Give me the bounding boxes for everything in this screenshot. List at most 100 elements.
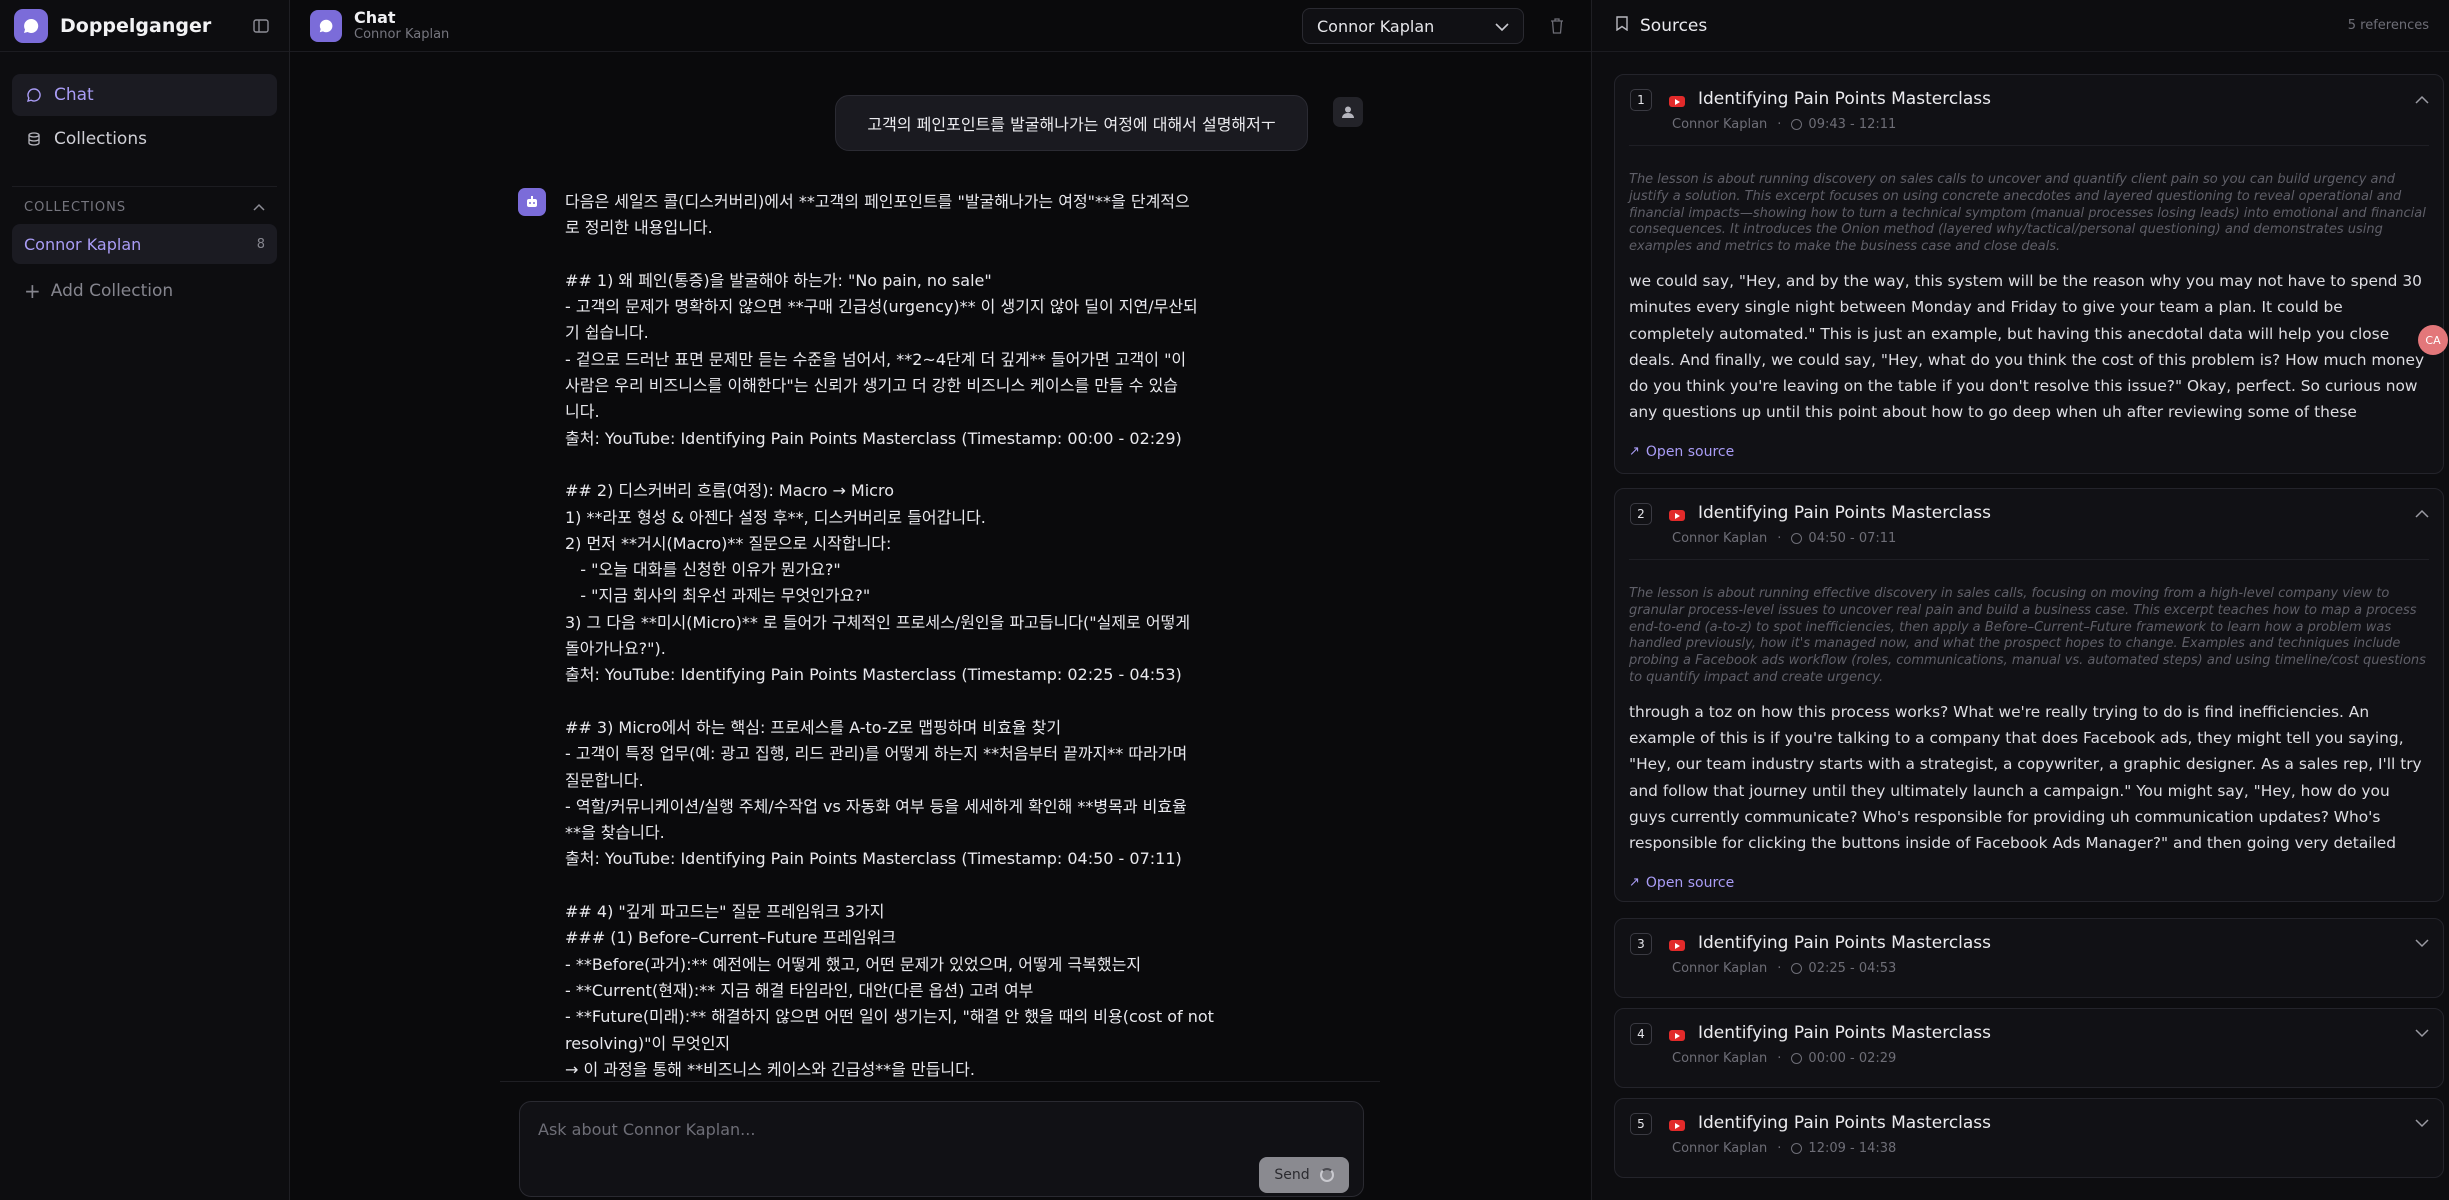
answer-line: 출처: YouTube: Identifying Pain Points Mas… xyxy=(565,849,1182,869)
source-card[interactable]: 2 Identifying Pain Points Masterclass Conn… xyxy=(1614,488,2444,902)
answer-line: - 역할/커뮤니케이션/실행 주체/수작업 vs 자동화 여부 등을 세세하게 … xyxy=(565,796,1187,816)
source-card[interactable]: 5 Identifying Pain Points Masterclass Conn… xyxy=(1614,1098,2444,1178)
brand-header: Doppelganger xyxy=(0,0,289,52)
external-link-icon: ↗ xyxy=(1629,444,1640,460)
source-card-header[interactable]: 5 Identifying Pain Points Masterclass Conn… xyxy=(1615,1099,2443,1169)
collection-count-badge: 8 xyxy=(256,236,265,252)
answer-line: ## 2) 디스커버리 흐름(여정): Macro → Micro xyxy=(565,481,894,501)
source-author: Connor Kaplan xyxy=(1672,531,1768,546)
answer-line: 출처: YouTube: Identifying Pain Points Mas… xyxy=(565,428,1182,448)
source-number: 2 xyxy=(1630,503,1652,525)
clock-icon xyxy=(1791,1053,1803,1064)
source-title: Identifying Pain Points Masterclass xyxy=(1698,1023,1992,1043)
youtube-icon xyxy=(1669,510,1685,521)
answer-line xyxy=(565,873,1240,899)
answer-line: ## 4) "깊게 파고드는" 질문 프레임워크 3가지 xyxy=(565,902,885,922)
sources-header: Sources 5 references xyxy=(1592,0,2449,52)
user-message: 고객의 페인포인트를 발굴해나가는 여정에 대해서 설명해저ㅜ xyxy=(835,95,1308,151)
answer-line: - **Current(현재):** 지금 해결 타임라인, 대안(다른 옵션)… xyxy=(565,980,1034,1000)
answer-line: - "오늘 대화를 신청한 이유가 뭔가요?" xyxy=(565,560,841,580)
answer-line: - 고객의 문제가 명확하지 않으면 **구매 긴급성(urgency)** 이… xyxy=(565,297,1198,317)
answer-line: ## 1) 왜 페인(통증)을 발굴해야 하는가: "No pain, no s… xyxy=(565,270,992,290)
main-nav: Chat Collections xyxy=(0,52,289,160)
floating-badge[interactable]: CA xyxy=(2418,325,2448,355)
user-message-text: 고객의 페인포인트를 발굴해나가는 여정에 대해서 설명해저ㅜ xyxy=(867,115,1276,134)
source-title: Identifying Pain Points Masterclass xyxy=(1698,1113,1992,1133)
meta-separator: · xyxy=(1777,1051,1782,1066)
answer-line: **을 찾습니다. xyxy=(565,823,665,843)
sidebar-toggle-icon[interactable] xyxy=(247,12,275,40)
source-author: Connor Kaplan xyxy=(1672,1051,1768,1066)
plus-icon: + xyxy=(24,279,41,303)
collection-item-connor-kaplan[interactable]: Connor Kaplan 8 xyxy=(12,224,277,264)
source-card-header[interactable]: 4 Identifying Pain Points Masterclass Conn… xyxy=(1615,1009,2443,1079)
youtube-icon xyxy=(1669,96,1685,107)
answer-line: 질문합니다. xyxy=(565,770,644,790)
answer-line: - 겉으로 드러난 표면 문제만 듣는 수준을 넘어서, **2~4단계 더 깊… xyxy=(565,349,1187,369)
source-author: Connor Kaplan xyxy=(1672,117,1768,132)
collections-section-header[interactable]: COLLECTIONS xyxy=(12,186,277,218)
source-card-header[interactable]: 2 Identifying Pain Points Masterclass Conn… xyxy=(1615,489,2443,559)
clock-icon xyxy=(1791,1143,1803,1154)
collections-heading: COLLECTIONS xyxy=(24,200,127,215)
chevron-down-icon[interactable] xyxy=(2415,933,2429,952)
chevron-up-icon xyxy=(253,200,265,215)
send-button[interactable]: Send xyxy=(1259,1157,1349,1193)
add-collection-button[interactable]: + Add Collection xyxy=(12,272,277,310)
answer-line: 3) 그 다음 **미시(Micro)** 로 들어가 구체적인 프로세스/원인… xyxy=(565,612,1191,632)
open-source-link[interactable]: ↗ Open source xyxy=(1629,444,2429,460)
source-card[interactable]: 1 Identifying Pain Points Masterclass Conn… xyxy=(1614,74,2444,474)
answer-line: 2) 먼저 **거시(Macro)** 질문으로 시작합니다: xyxy=(565,533,892,553)
answer-line: ## 3) Micro에서 하는 핵심: 프로세스를 A-to-Z로 맵핑하며 … xyxy=(565,717,1062,737)
source-number: 3 xyxy=(1630,933,1652,955)
meta-separator: · xyxy=(1777,531,1782,546)
source-card-header[interactable]: 1 Identifying Pain Points Masterclass Conn… xyxy=(1615,75,2443,145)
sidebar: Doppelganger Chat Collections COLLECTION… xyxy=(0,0,290,1200)
chevron-up-icon[interactable] xyxy=(2415,503,2429,522)
app-name: Doppelganger xyxy=(60,14,212,37)
composer-divider xyxy=(500,1081,1380,1082)
source-timestamp: 04:50 - 07:11 xyxy=(1808,531,1897,546)
source-meta: Connor Kaplan · 02:25 - 04:53 xyxy=(1672,961,1896,976)
chat-composer[interactable]: Ask about Connor Kaplan... Send xyxy=(519,1101,1364,1197)
answer-line: → 이 과정을 통해 **비즈니스 케이스와 긴급성**을 만듭니다. xyxy=(565,1059,975,1077)
chevron-down-icon[interactable] xyxy=(2415,1113,2429,1132)
answer-line: 돌아가나요?"). xyxy=(565,639,666,659)
chat-input[interactable]: Ask about Connor Kaplan... xyxy=(538,1120,755,1139)
nav-item-collections[interactable]: Collections xyxy=(12,118,277,160)
source-title: Identifying Pain Points Masterclass xyxy=(1698,933,1992,953)
answer-line: - **Before(과거):** 예전에는 어떻게 했고, 어떤 문제가 있었… xyxy=(565,954,1142,974)
persona-select[interactable]: Connor Kaplan xyxy=(1302,8,1524,44)
source-author: Connor Kaplan xyxy=(1672,1141,1768,1156)
chat-title: Chat xyxy=(354,7,396,27)
send-label: Send xyxy=(1274,1167,1310,1183)
source-timestamp: 02:25 - 04:53 xyxy=(1808,961,1897,976)
open-source-label: Open source xyxy=(1645,874,1735,891)
answer-line: - **Future(미래):** 해결하지 않으면 어떤 일이 생기는지, "… xyxy=(565,1007,1214,1027)
source-card[interactable]: 3 Identifying Pain Points Masterclass Conn… xyxy=(1614,918,2444,998)
collection-name: Connor Kaplan xyxy=(24,234,142,254)
source-card-header[interactable]: 3 Identifying Pain Points Masterclass Conn… xyxy=(1615,919,2443,989)
app-root: Doppelganger Chat Collections COLLECTION… xyxy=(0,0,2449,1200)
persona-select-value: Connor Kaplan xyxy=(1317,16,1435,36)
meta-separator: · xyxy=(1777,1141,1782,1156)
source-summary: The lesson is about running effective di… xyxy=(1629,559,2429,687)
chat-logo-icon xyxy=(310,9,342,42)
chevron-up-icon[interactable] xyxy=(2415,89,2429,108)
source-author: Connor Kaplan xyxy=(1672,961,1768,976)
answer-line: 로 정리한 내용입니다. xyxy=(565,218,713,238)
external-link-icon: ↗ xyxy=(1629,875,1640,891)
youtube-icon xyxy=(1669,1120,1685,1131)
open-source-link[interactable]: ↗ Open source xyxy=(1629,875,2429,891)
youtube-icon xyxy=(1669,940,1685,951)
source-card[interactable]: 4 Identifying Pain Points Masterclass Conn… xyxy=(1614,1008,2444,1088)
nav-item-label: Collections xyxy=(54,129,147,149)
source-title: Identifying Pain Points Masterclass xyxy=(1698,89,1992,109)
answer-line: - "지금 회사의 최우선 과제는 무엇인가요?" xyxy=(565,586,871,606)
answer-line: resolving)"이 무엇인지 xyxy=(565,1033,731,1053)
chevron-down-icon[interactable] xyxy=(2415,1023,2429,1042)
nav-item-chat[interactable]: Chat xyxy=(12,74,277,116)
source-number: 4 xyxy=(1630,1023,1652,1045)
answer-line xyxy=(565,452,1240,478)
trash-icon[interactable] xyxy=(1544,13,1570,39)
